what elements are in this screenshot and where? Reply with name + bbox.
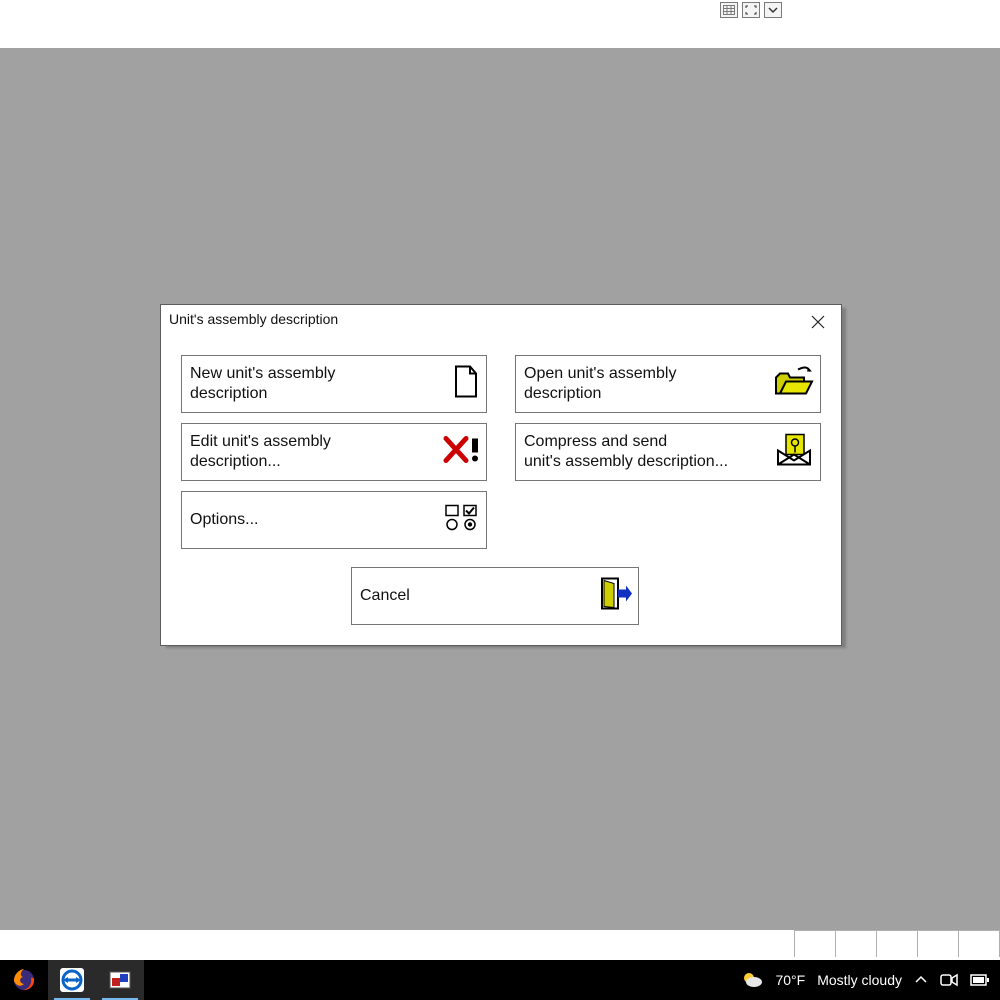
edit-description-label: Edit unit's assembly description... (190, 432, 331, 472)
empty-slot (794, 930, 836, 957)
document-top-band (0, 0, 1000, 49)
window-tab-slots (795, 930, 1000, 960)
open-description-button[interactable]: Open unit's assembly description (515, 355, 821, 413)
cancel-button[interactable]: Cancel (351, 567, 639, 625)
compress-send-button[interactable]: Compress and send unit's assembly descri… (515, 423, 821, 481)
system-tray: 70°F Mostly cloudy (731, 960, 1000, 1000)
compress-send-label: Compress and send unit's assembly descri… (524, 432, 728, 472)
tray-chevron-up-icon[interactable] (914, 973, 928, 987)
edit-description-button[interactable]: Edit unit's assembly description... (181, 423, 487, 481)
taskbar-app-icon[interactable] (96, 960, 144, 1000)
mail-compress-icon (774, 433, 814, 472)
empty-slot (835, 930, 877, 957)
taskbar-firefox-icon[interactable] (0, 960, 48, 1000)
options-button[interactable]: Options... (181, 491, 487, 549)
taskbar-teamviewer-icon[interactable] (48, 960, 96, 1000)
fullscreen-tool-icon[interactable] (742, 2, 760, 18)
edit-x-icon (442, 435, 480, 470)
weather-temp[interactable]: 70°F (775, 972, 805, 988)
exit-door-icon (600, 577, 632, 616)
new-description-label: New unit's assembly description (190, 364, 335, 404)
cancel-label: Cancel (360, 586, 410, 606)
chevron-down-icon[interactable] (764, 2, 782, 18)
options-controls-icon (444, 504, 480, 537)
new-description-button[interactable]: New unit's assembly description (181, 355, 487, 413)
options-label: Options... (190, 510, 258, 530)
weather-icon[interactable] (741, 970, 763, 990)
tray-meet-now-icon[interactable] (940, 973, 958, 987)
grid-tool-icon[interactable] (720, 2, 738, 18)
dialog-title: Unit's assembly description (169, 311, 338, 327)
windows-taskbar: 70°F Mostly cloudy (0, 960, 1000, 1000)
tray-battery-icon[interactable] (970, 974, 990, 986)
open-folder-icon (774, 366, 814, 403)
assembly-description-dialog: Unit's assembly description New unit's a… (160, 304, 842, 646)
weather-condition[interactable]: Mostly cloudy (817, 972, 902, 988)
document-icon (452, 365, 480, 404)
empty-slot (958, 930, 1000, 957)
open-description-label: Open unit's assembly description (524, 364, 676, 404)
close-button[interactable] (805, 311, 831, 333)
document-top-toolbar (720, 2, 782, 18)
empty-slot (917, 930, 959, 957)
empty-slot (876, 930, 918, 957)
